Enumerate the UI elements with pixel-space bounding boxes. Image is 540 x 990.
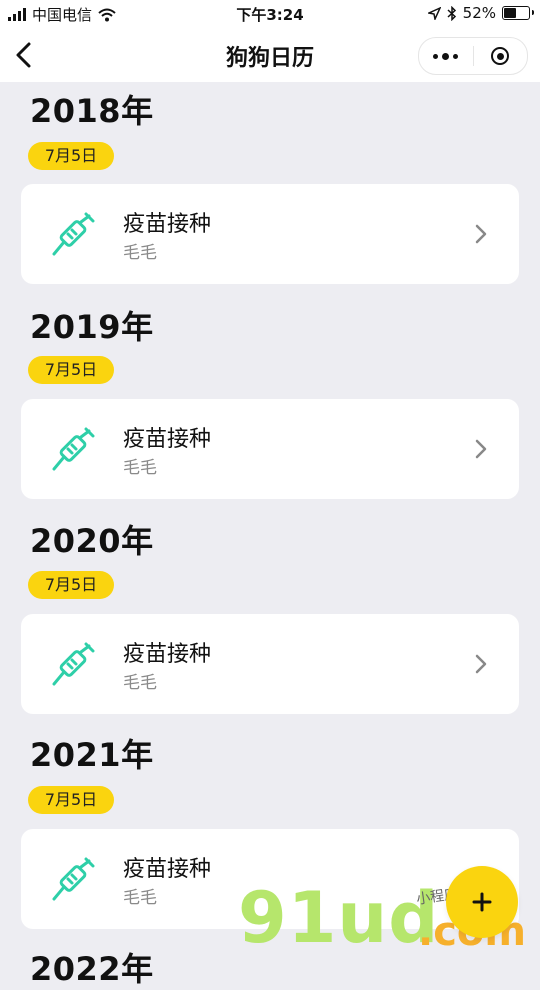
add-event-button[interactable] — [446, 866, 518, 938]
event-card[interactable]: 疫苗接种 毛毛 — [21, 614, 519, 714]
year-heading: 2021年 — [30, 736, 154, 774]
bluetooth-icon — [447, 5, 456, 21]
status-bar: 中国电信 下午3:24 52% — [0, 0, 540, 28]
pet-name: 毛毛 — [123, 673, 157, 693]
event-title: 疫苗接种 — [123, 427, 212, 452]
event-card[interactable]: 疫苗接种 毛毛 — [21, 829, 519, 929]
pet-name: 毛毛 — [123, 458, 157, 478]
location-arrow-icon — [427, 6, 441, 20]
syringe-icon — [52, 857, 95, 901]
close-button[interactable] — [474, 38, 528, 74]
chevron-right-icon — [475, 439, 487, 459]
plus-icon — [472, 892, 492, 912]
status-right: 52% — [427, 4, 534, 22]
chevron-right-icon — [475, 224, 487, 244]
event-card[interactable]: 疫苗接种 毛毛 — [21, 399, 519, 499]
navigation-bar: 狗狗日历 — [0, 28, 540, 82]
year-heading: 2019年 — [30, 308, 154, 346]
more-button[interactable] — [419, 38, 473, 74]
date-badge: 7月5日 — [28, 786, 114, 814]
syringe-icon — [52, 212, 95, 256]
battery-icon — [502, 6, 534, 20]
event-card[interactable]: 疫苗接种 毛毛 — [21, 184, 519, 284]
target-circle-icon — [491, 47, 510, 65]
pet-name: 毛毛 — [123, 243, 157, 263]
year-heading: 2018年 — [30, 92, 154, 130]
date-badge: 7月5日 — [28, 142, 114, 170]
event-title: 疫苗接种 — [123, 642, 212, 667]
miniprogram-capsule — [418, 37, 528, 75]
year-heading: 2022年 — [30, 950, 154, 988]
syringe-icon — [52, 642, 95, 686]
year-heading: 2020年 — [30, 522, 154, 560]
battery-percent: 52% — [462, 4, 496, 22]
date-badge: 7月5日 — [28, 571, 114, 599]
date-badge: 7月5日 — [28, 356, 114, 384]
more-dots-icon — [433, 52, 459, 60]
chevron-right-icon — [475, 654, 487, 674]
event-title: 疫苗接种 — [123, 212, 212, 237]
event-title: 疫苗接种 — [123, 857, 212, 882]
pet-name: 毛毛 — [123, 888, 157, 908]
syringe-icon — [52, 427, 95, 471]
